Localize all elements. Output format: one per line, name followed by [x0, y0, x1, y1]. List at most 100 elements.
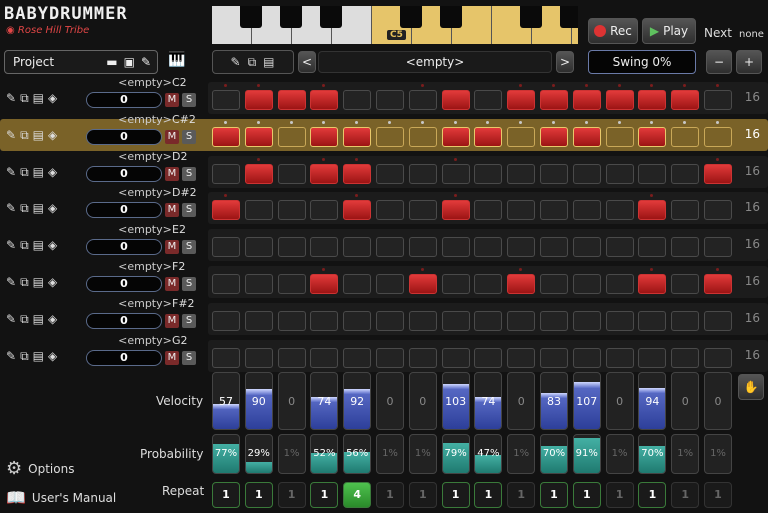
step-pad[interactable]	[507, 163, 536, 184]
step-pad[interactable]	[244, 90, 273, 110]
probability-slider[interactable]: 52%	[310, 434, 339, 474]
step-pad[interactable]	[474, 90, 503, 110]
step-pad[interactable]	[310, 237, 339, 258]
mute-button[interactable]: M	[165, 240, 179, 255]
step-pad[interactable]	[638, 237, 667, 258]
step-pad[interactable]	[212, 347, 240, 368]
step-pad[interactable]	[376, 274, 404, 294]
step-pad[interactable]	[244, 310, 273, 331]
step-pad[interactable]	[244, 163, 273, 184]
step-pad[interactable]	[605, 347, 634, 368]
pattern-icon[interactable]: ◈	[48, 349, 58, 363]
step-pad[interactable]	[671, 310, 700, 331]
step-pad[interactable]	[408, 90, 437, 110]
repeat-field[interactable]: 1	[441, 482, 470, 508]
step-pad[interactable]	[605, 200, 634, 221]
step-pad[interactable]	[408, 163, 437, 184]
step-pad[interactable]	[572, 126, 601, 147]
step-pad[interactable]	[376, 126, 404, 147]
step-pad[interactable]	[605, 274, 634, 294]
solo-button[interactable]: S	[182, 93, 196, 107]
pattern-icon[interactable]: ◈	[48, 238, 58, 252]
pattern-edit-tools[interactable]: ✎ ⧉ ▤	[212, 50, 294, 74]
mute-button[interactable]: M	[165, 203, 179, 218]
velocity-slider[interactable]: 103	[441, 372, 470, 430]
step-pad[interactable]	[638, 126, 667, 147]
step-pad[interactable]	[441, 310, 470, 331]
manual-button[interactable]: 📖 User's Manual	[6, 488, 116, 507]
step-pad[interactable]	[310, 310, 339, 331]
repeat-field[interactable]: 1	[408, 482, 437, 508]
velocity-slider[interactable]: 83	[540, 372, 568, 430]
step-pad[interactable]	[244, 200, 273, 221]
step-pad[interactable]	[310, 347, 339, 368]
step-pad[interactable]	[441, 200, 470, 221]
step-pad[interactable]	[507, 310, 536, 331]
eraser-icon[interactable]: ✎	[6, 238, 17, 252]
track-value-field[interactable]: 0	[86, 312, 162, 329]
step-pad[interactable]	[277, 347, 306, 368]
velocity-slider[interactable]: 0	[671, 372, 700, 430]
paste-icon[interactable]: ▤	[263, 55, 275, 69]
black-key[interactable]	[560, 6, 578, 28]
track-value-field[interactable]: 0	[86, 239, 162, 256]
step-pad[interactable]	[408, 274, 437, 294]
step-pad[interactable]	[343, 310, 372, 331]
mute-button[interactable]: M	[165, 129, 179, 144]
keys-icon[interactable]: 🎹	[168, 52, 185, 68]
black-key[interactable]	[440, 6, 462, 28]
probability-slider[interactable]: 1%	[671, 434, 700, 474]
step-pad[interactable]	[376, 237, 404, 258]
probability-slider[interactable]: 1%	[277, 434, 306, 474]
options-button[interactable]: ⚙ Options	[6, 458, 74, 479]
pattern-icon[interactable]: ◈	[48, 275, 58, 289]
probability-slider[interactable]: 56%	[343, 434, 372, 474]
repeat-field[interactable]: 1	[507, 482, 536, 508]
step-pad[interactable]	[540, 347, 568, 368]
pattern-icon[interactable]: ◈	[48, 91, 58, 105]
track-value-field[interactable]: 0	[86, 276, 162, 292]
eraser-icon[interactable]: ✎	[6, 91, 17, 105]
step-pad[interactable]	[605, 126, 634, 147]
step-pad[interactable]	[638, 163, 667, 184]
step-pad[interactable]	[376, 200, 404, 221]
step-pad[interactable]	[441, 163, 470, 184]
step-pad[interactable]	[244, 237, 273, 258]
velocity-slider[interactable]: 0	[605, 372, 634, 430]
step-pad[interactable]	[441, 126, 470, 147]
step-pad[interactable]	[310, 200, 339, 221]
copy-icon[interactable]: ⧉	[20, 201, 30, 215]
step-pad[interactable]	[704, 347, 732, 368]
track-value-field[interactable]: 0	[86, 128, 162, 145]
step-pad[interactable]	[212, 90, 240, 110]
black-key[interactable]	[320, 6, 342, 28]
probability-slider[interactable]: 47%	[474, 434, 503, 474]
paste-icon[interactable]: ▤	[33, 91, 45, 105]
step-pad[interactable]	[474, 163, 503, 184]
probability-slider[interactable]: 77%	[212, 434, 240, 474]
step-pad[interactable]	[343, 237, 372, 258]
repeat-field[interactable]: 1	[212, 482, 240, 508]
track-value-field[interactable]: 0	[86, 165, 162, 182]
project-bar[interactable]: Project ▬ ▣ ✎	[4, 50, 158, 74]
step-pad[interactable]	[310, 90, 339, 110]
step-pad[interactable]	[277, 237, 306, 258]
step-pad[interactable]	[474, 237, 503, 258]
repeat-field[interactable]: 1	[704, 482, 732, 508]
track-value-field[interactable]: 0	[86, 349, 162, 366]
eraser-icon[interactable]: ✎	[231, 55, 242, 69]
eraser-icon[interactable]: ✎	[6, 312, 17, 326]
step-pad[interactable]	[343, 163, 372, 184]
step-pad[interactable]	[507, 274, 536, 294]
probability-slider[interactable]: 70%	[638, 434, 667, 474]
step-pad[interactable]	[474, 347, 503, 368]
step-pad[interactable]	[212, 163, 240, 184]
paste-icon[interactable]: ▤	[33, 275, 45, 289]
step-pad[interactable]	[408, 126, 437, 147]
solo-button[interactable]: S	[182, 166, 196, 181]
paste-icon[interactable]: ▤	[33, 201, 45, 215]
probability-slider[interactable]: 70%	[540, 434, 568, 474]
step-pad[interactable]	[671, 90, 700, 110]
repeat-field[interactable]: 1	[277, 482, 306, 508]
minus-button[interactable]: −	[706, 50, 732, 74]
